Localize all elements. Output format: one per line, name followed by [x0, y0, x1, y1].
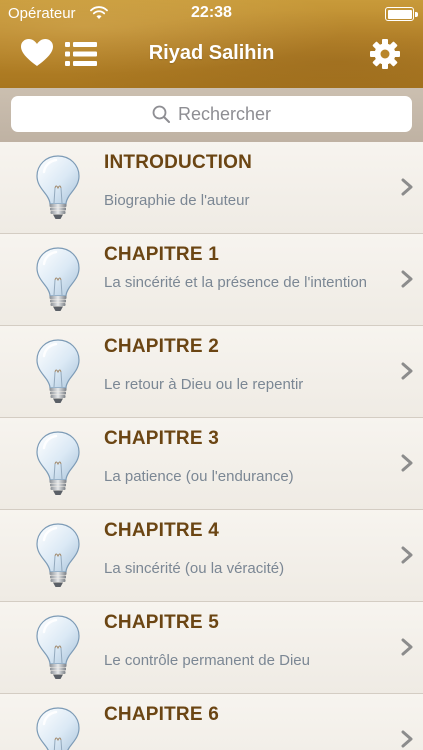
- page-title: Riyad Salihin: [148, 42, 275, 64]
- lightbulb-icon: [34, 246, 82, 314]
- list-item[interactable]: CHAPITRE 4 La sincérité (ou la véracité): [0, 510, 423, 602]
- status-bar: Opérateur 22:38: [0, 0, 423, 28]
- chapter-subtitle: Le retour à Dieu ou le repentir: [104, 376, 304, 393]
- chapter-subtitle: Le contrôle permanent de Dieu: [104, 652, 310, 669]
- battery-icon: [385, 7, 418, 21]
- list-item[interactable]: CHAPITRE 1 La sincérité et la présence d…: [0, 234, 423, 326]
- search-input[interactable]: Rechercher: [11, 96, 412, 132]
- chapter-title: CHAPITRE 5: [104, 612, 219, 633]
- gear-icon[interactable]: [369, 38, 401, 70]
- list-item[interactable]: CHAPITRE 6: [0, 694, 423, 750]
- chapter-list: INTRODUCTION Biographie de l'auteur CHAP…: [0, 142, 423, 750]
- chapter-title: CHAPITRE 1: [104, 244, 219, 265]
- chevron-right-icon: [401, 362, 413, 380]
- chevron-right-icon: [401, 178, 413, 196]
- list-item[interactable]: CHAPITRE 3 La patience (ou l'endurance): [0, 418, 423, 510]
- lightbulb-icon: [34, 522, 82, 590]
- lightbulb-icon: [34, 614, 82, 682]
- chapter-title: INTRODUCTION: [104, 152, 253, 173]
- list-item[interactable]: INTRODUCTION Biographie de l'auteur: [0, 142, 423, 234]
- chevron-right-icon: [401, 638, 413, 656]
- search-placeholder: Rechercher: [177, 103, 272, 124]
- chapter-title: CHAPITRE 6: [104, 704, 219, 725]
- list-item[interactable]: CHAPITRE 5 Le contrôle permanent de Dieu: [0, 602, 423, 694]
- chevron-right-icon: [401, 270, 413, 288]
- lightbulb-icon: [34, 154, 82, 222]
- chevron-right-icon: [401, 546, 413, 564]
- search-icon: [152, 105, 170, 123]
- chevron-right-icon: [401, 454, 413, 472]
- status-time: 22:38: [191, 4, 232, 21]
- lightbulb-icon: [34, 430, 82, 498]
- chapter-subtitle: La sincérité (ou la véracité): [104, 560, 285, 577]
- chapter-subtitle: La sincérité et la présence de l'intenti…: [104, 274, 368, 291]
- list-item[interactable]: CHAPITRE 2 Le retour à Dieu ou le repent…: [0, 326, 423, 418]
- chapter-subtitle: La patience (ou l'endurance): [104, 468, 294, 485]
- chapter-title: CHAPITRE 2: [104, 336, 219, 357]
- navigation-bar: Riyad Salihin: [0, 28, 423, 82]
- search-bar: Rechercher: [0, 88, 423, 142]
- chapter-title: CHAPITRE 3: [104, 428, 219, 449]
- chapter-subtitle: Biographie de l'auteur: [104, 192, 250, 209]
- lightbulb-icon: [34, 706, 82, 750]
- chapter-title: CHAPITRE 4: [104, 520, 219, 541]
- chevron-right-icon: [401, 730, 413, 748]
- header: Opérateur 22:38 Riyad Salihin: [0, 0, 423, 88]
- lightbulb-icon: [34, 338, 82, 406]
